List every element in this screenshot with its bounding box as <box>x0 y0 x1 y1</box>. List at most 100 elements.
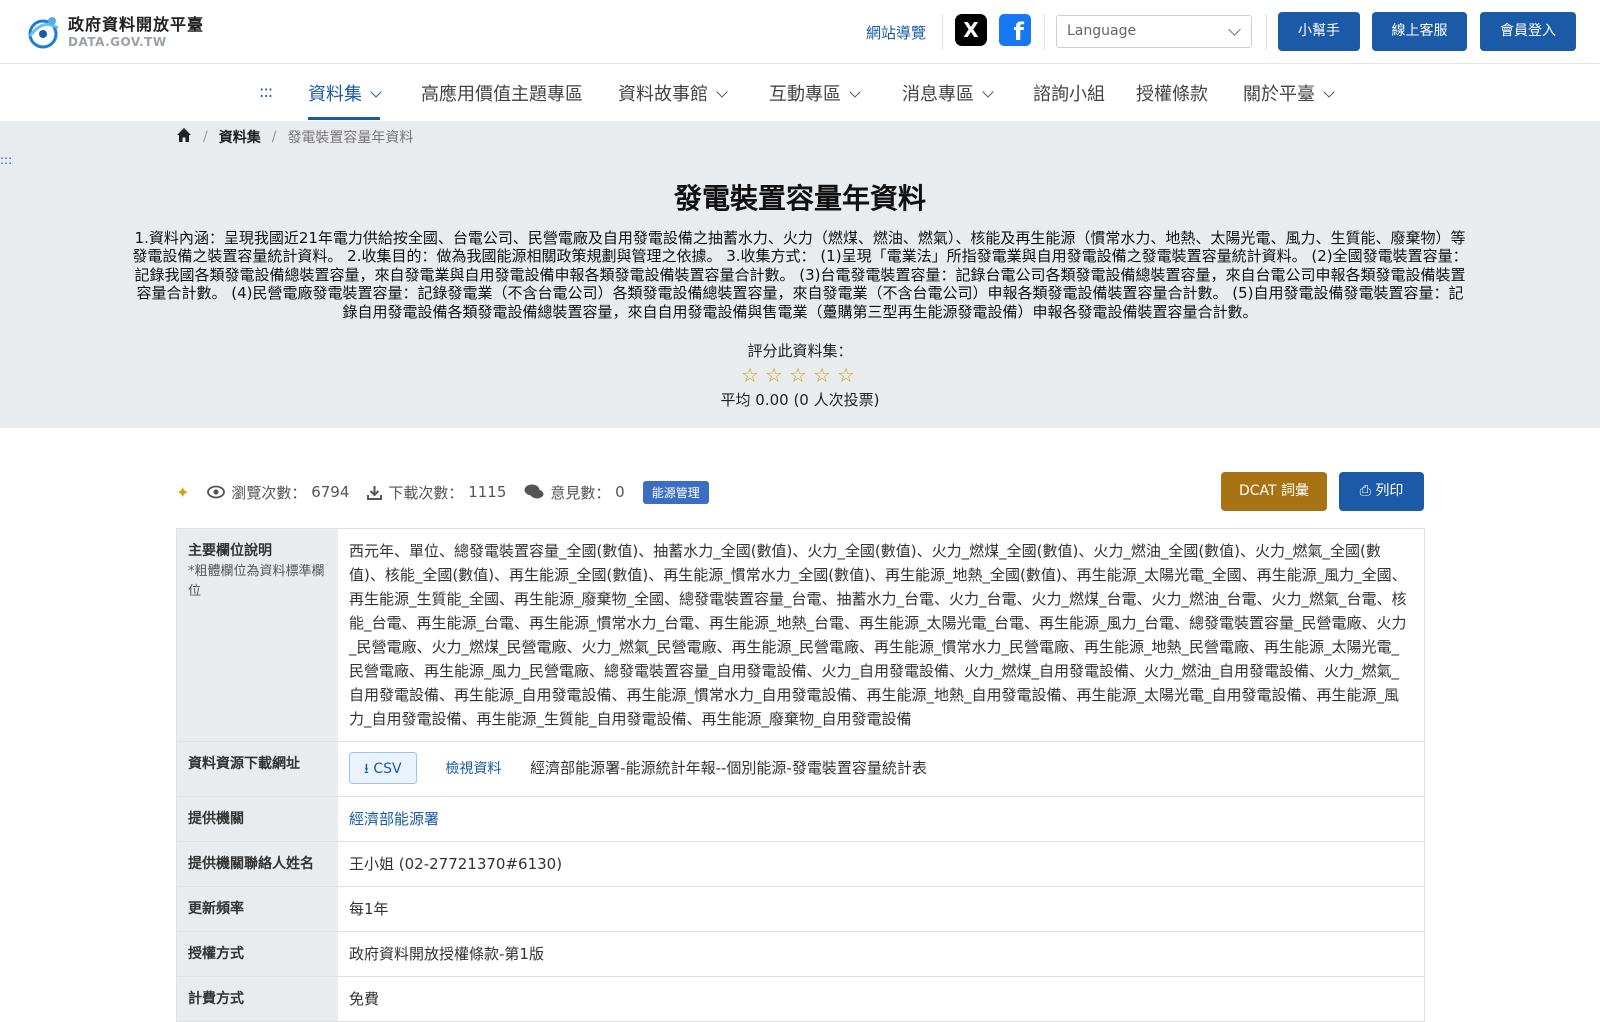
star-icon[interactable]: ☆ <box>810 363 834 387</box>
divider <box>1266 14 1267 50</box>
download-icon <box>367 485 383 500</box>
breadcrumb-current: 發電裝置容量年資料 <box>287 130 414 146</box>
download-count: 下載次數： 1115 <box>367 482 506 503</box>
chevron-down-icon <box>982 86 994 98</box>
print-button[interactable]: ⎙ 列印 <box>1339 472 1424 511</box>
fields-note: *粗體欄位為資料標準欄位 <box>188 564 325 599</box>
nav-item-stories[interactable]: 資料故事館 <box>618 80 728 120</box>
provider-cell: 經濟部能源署 <box>338 797 1424 841</box>
breadcrumb-separator: / <box>271 129 277 145</box>
eye-icon <box>207 485 226 499</box>
star-icon[interactable]: ☆ <box>834 363 858 387</box>
breadcrumb-separator: / <box>203 129 208 145</box>
star-icon[interactable]: ☆ <box>762 363 786 387</box>
view-data-link[interactable]: 檢視資料 <box>445 761 501 777</box>
nav-item-about[interactable]: 關於平臺 <box>1243 80 1335 120</box>
nav-item-license[interactable]: 授權條款 <box>1136 80 1208 120</box>
member-login-button[interactable]: 會員登入 <box>1480 12 1576 51</box>
nav-item-label: 高應用價值主題專區 <box>421 84 583 105</box>
download-url-label: 資料資源下載網址 <box>177 742 338 796</box>
online-support-button[interactable]: 線上客服 <box>1372 12 1467 51</box>
site-logo[interactable]: 政府資料開放平臺 DATA.GOV.TW <box>22 12 204 52</box>
site-header: 政府資料開放平臺 DATA.GOV.TW 網站導覽 X f Language 小… <box>0 0 1600 64</box>
nav-item-datasets[interactable]: 資料集 <box>308 80 382 120</box>
download-count-value: 1115 <box>468 483 507 501</box>
chevron-down-icon <box>370 86 382 98</box>
download-url-cell: ⭳ CSV 檢視資料 經濟部能源署-能源統計年報--個別能源-發電裝置容量統計表 <box>338 742 1424 796</box>
logo-title: 政府資料開放平臺 <box>68 15 205 34</box>
dataset-stats: ✦ 瀏覽次數： 6794 下載次數： 1115 意見數： 0 能源管理 <box>176 480 709 504</box>
home-icon[interactable] <box>176 127 192 147</box>
printer-icon: ⎙ <box>1359 483 1371 499</box>
rating-label: 評分此資料集： <box>747 342 853 360</box>
nav-item-label: 關於平臺 <box>1243 84 1315 105</box>
logo-subtitle: DATA.GOV.TW <box>68 35 167 49</box>
print-button-label: 列印 <box>1375 483 1404 499</box>
dcat-button[interactable]: DCAT 詞彙 <box>1221 472 1327 511</box>
csv-button-label: CSV <box>373 761 402 777</box>
comments-icon <box>524 484 544 499</box>
nav-item-high-value[interactable]: 高應用價值主題專區 <box>421 80 583 120</box>
view-count-value: 6794 <box>311 483 350 501</box>
csv-download-button[interactable]: ⭳ CSV <box>349 752 417 784</box>
table-header-cell: 主要欄位說明 *粗體欄位為資料標準欄位 <box>177 529 338 741</box>
breadcrumb-datasets-link[interactable]: 資料集 <box>219 127 261 147</box>
chevron-down-icon <box>716 86 728 98</box>
divider <box>1044 14 1045 50</box>
rating-average: 平均 0.00 (0 人次投票) <box>720 391 880 409</box>
category-tag[interactable]: 能源管理 <box>642 480 709 504</box>
chevron-down-icon <box>1323 86 1335 98</box>
resource-description: 經濟部能源署-能源統計年報--個別能源-發電裝置容量統計表 <box>530 759 927 777</box>
table-row: 授權方式 政府資料開放授權條款-第1版 <box>177 932 1424 977</box>
award-icon: ✦ <box>176 482 190 502</box>
nav-item-label: 資料集 <box>308 84 362 105</box>
facebook-icon[interactable]: f <box>999 14 1031 46</box>
frequency-value: 每1年 <box>349 900 389 918</box>
page-title: 發電裝置容量年資料 <box>673 182 926 215</box>
rating-stars: ☆ ☆ ☆ ☆ ☆ <box>738 363 858 387</box>
nav-item-interactive[interactable]: 互動專區 <box>769 80 861 120</box>
fee-value: 免費 <box>349 990 380 1008</box>
table-row: 主要欄位說明 *粗體欄位為資料標準欄位 西元年、單位、總發電裝置容量_全國(數值… <box>177 529 1424 742</box>
fee-label: 計費方式 <box>177 977 338 1021</box>
chevron-down-icon <box>849 86 861 98</box>
language-select-value: Language <box>1067 23 1137 39</box>
nav-item-label: 諮詢小組 <box>1033 84 1105 105</box>
chevron-down-icon <box>1228 23 1241 36</box>
accesskey-anchor[interactable]: ::: <box>259 82 273 101</box>
table-row: 資料資源下載網址 ⭳ CSV 檢視資料 經濟部能源署-能源統計年報--個別能源-… <box>177 742 1424 797</box>
view-count: 瀏覽次數： 6794 <box>207 482 349 503</box>
language-select[interactable]: Language <box>1056 15 1252 48</box>
view-count-label: 瀏覽次數： <box>231 483 307 502</box>
star-icon[interactable]: ☆ <box>786 363 810 387</box>
nav-item-advisory[interactable]: 諮詢小組 <box>1033 80 1105 120</box>
download-icon: ⭳ <box>364 761 369 777</box>
provider-link[interactable]: 經濟部能源署 <box>349 810 439 828</box>
download-count-label: 下載次數： <box>388 483 464 502</box>
dataset-description: 1.資料內涵：呈現我國近21年電力供給按全國、台電公司、民營電廠及自用發電設備之… <box>132 229 1468 321</box>
comment-count-value: 0 <box>615 483 625 501</box>
comment-count-label: 意見數： <box>550 483 611 502</box>
fields-label: 主要欄位說明 <box>188 543 272 559</box>
contact-label: 提供機關聯絡人姓名 <box>177 842 338 886</box>
helper-button[interactable]: 小幫手 <box>1278 12 1360 51</box>
nav-item-label: 互動專區 <box>769 84 841 105</box>
nav-item-news[interactable]: 消息專區 <box>902 80 994 120</box>
table-row: 提供機關 經濟部能源署 <box>177 797 1424 842</box>
star-icon[interactable]: ☆ <box>738 363 762 387</box>
nav-item-label: 資料故事館 <box>618 84 708 105</box>
main-nav: ::: 資料集 高應用價值主題專區 資料故事館 互動專區 消息專區 諮詢小組 授… <box>0 64 1600 121</box>
accesskey-anchor[interactable]: ::: <box>0 153 12 167</box>
frequency-label: 更新頻率 <box>177 887 338 931</box>
sitemap-link[interactable]: 網站導覽 <box>866 22 926 43</box>
nav-item-label: 消息專區 <box>902 84 974 105</box>
table-row: 更新頻率 每1年 <box>177 887 1424 932</box>
x-twitter-icon[interactable]: X <box>955 14 987 46</box>
license-value: 政府資料開放授權條款-第1版 <box>349 945 544 963</box>
contact-value: 王小姐 (02-27721370#6130) <box>349 855 563 873</box>
comment-count: 意見數： 0 <box>524 482 625 503</box>
provider-label: 提供機關 <box>177 797 338 841</box>
logo-icon <box>28 17 59 49</box>
table-row: 提供機關聯絡人姓名 王小姐 (02-27721370#6130) <box>177 842 1424 887</box>
breadcrumb: / 資料集 / 發電裝置容量年資料 <box>176 127 413 147</box>
